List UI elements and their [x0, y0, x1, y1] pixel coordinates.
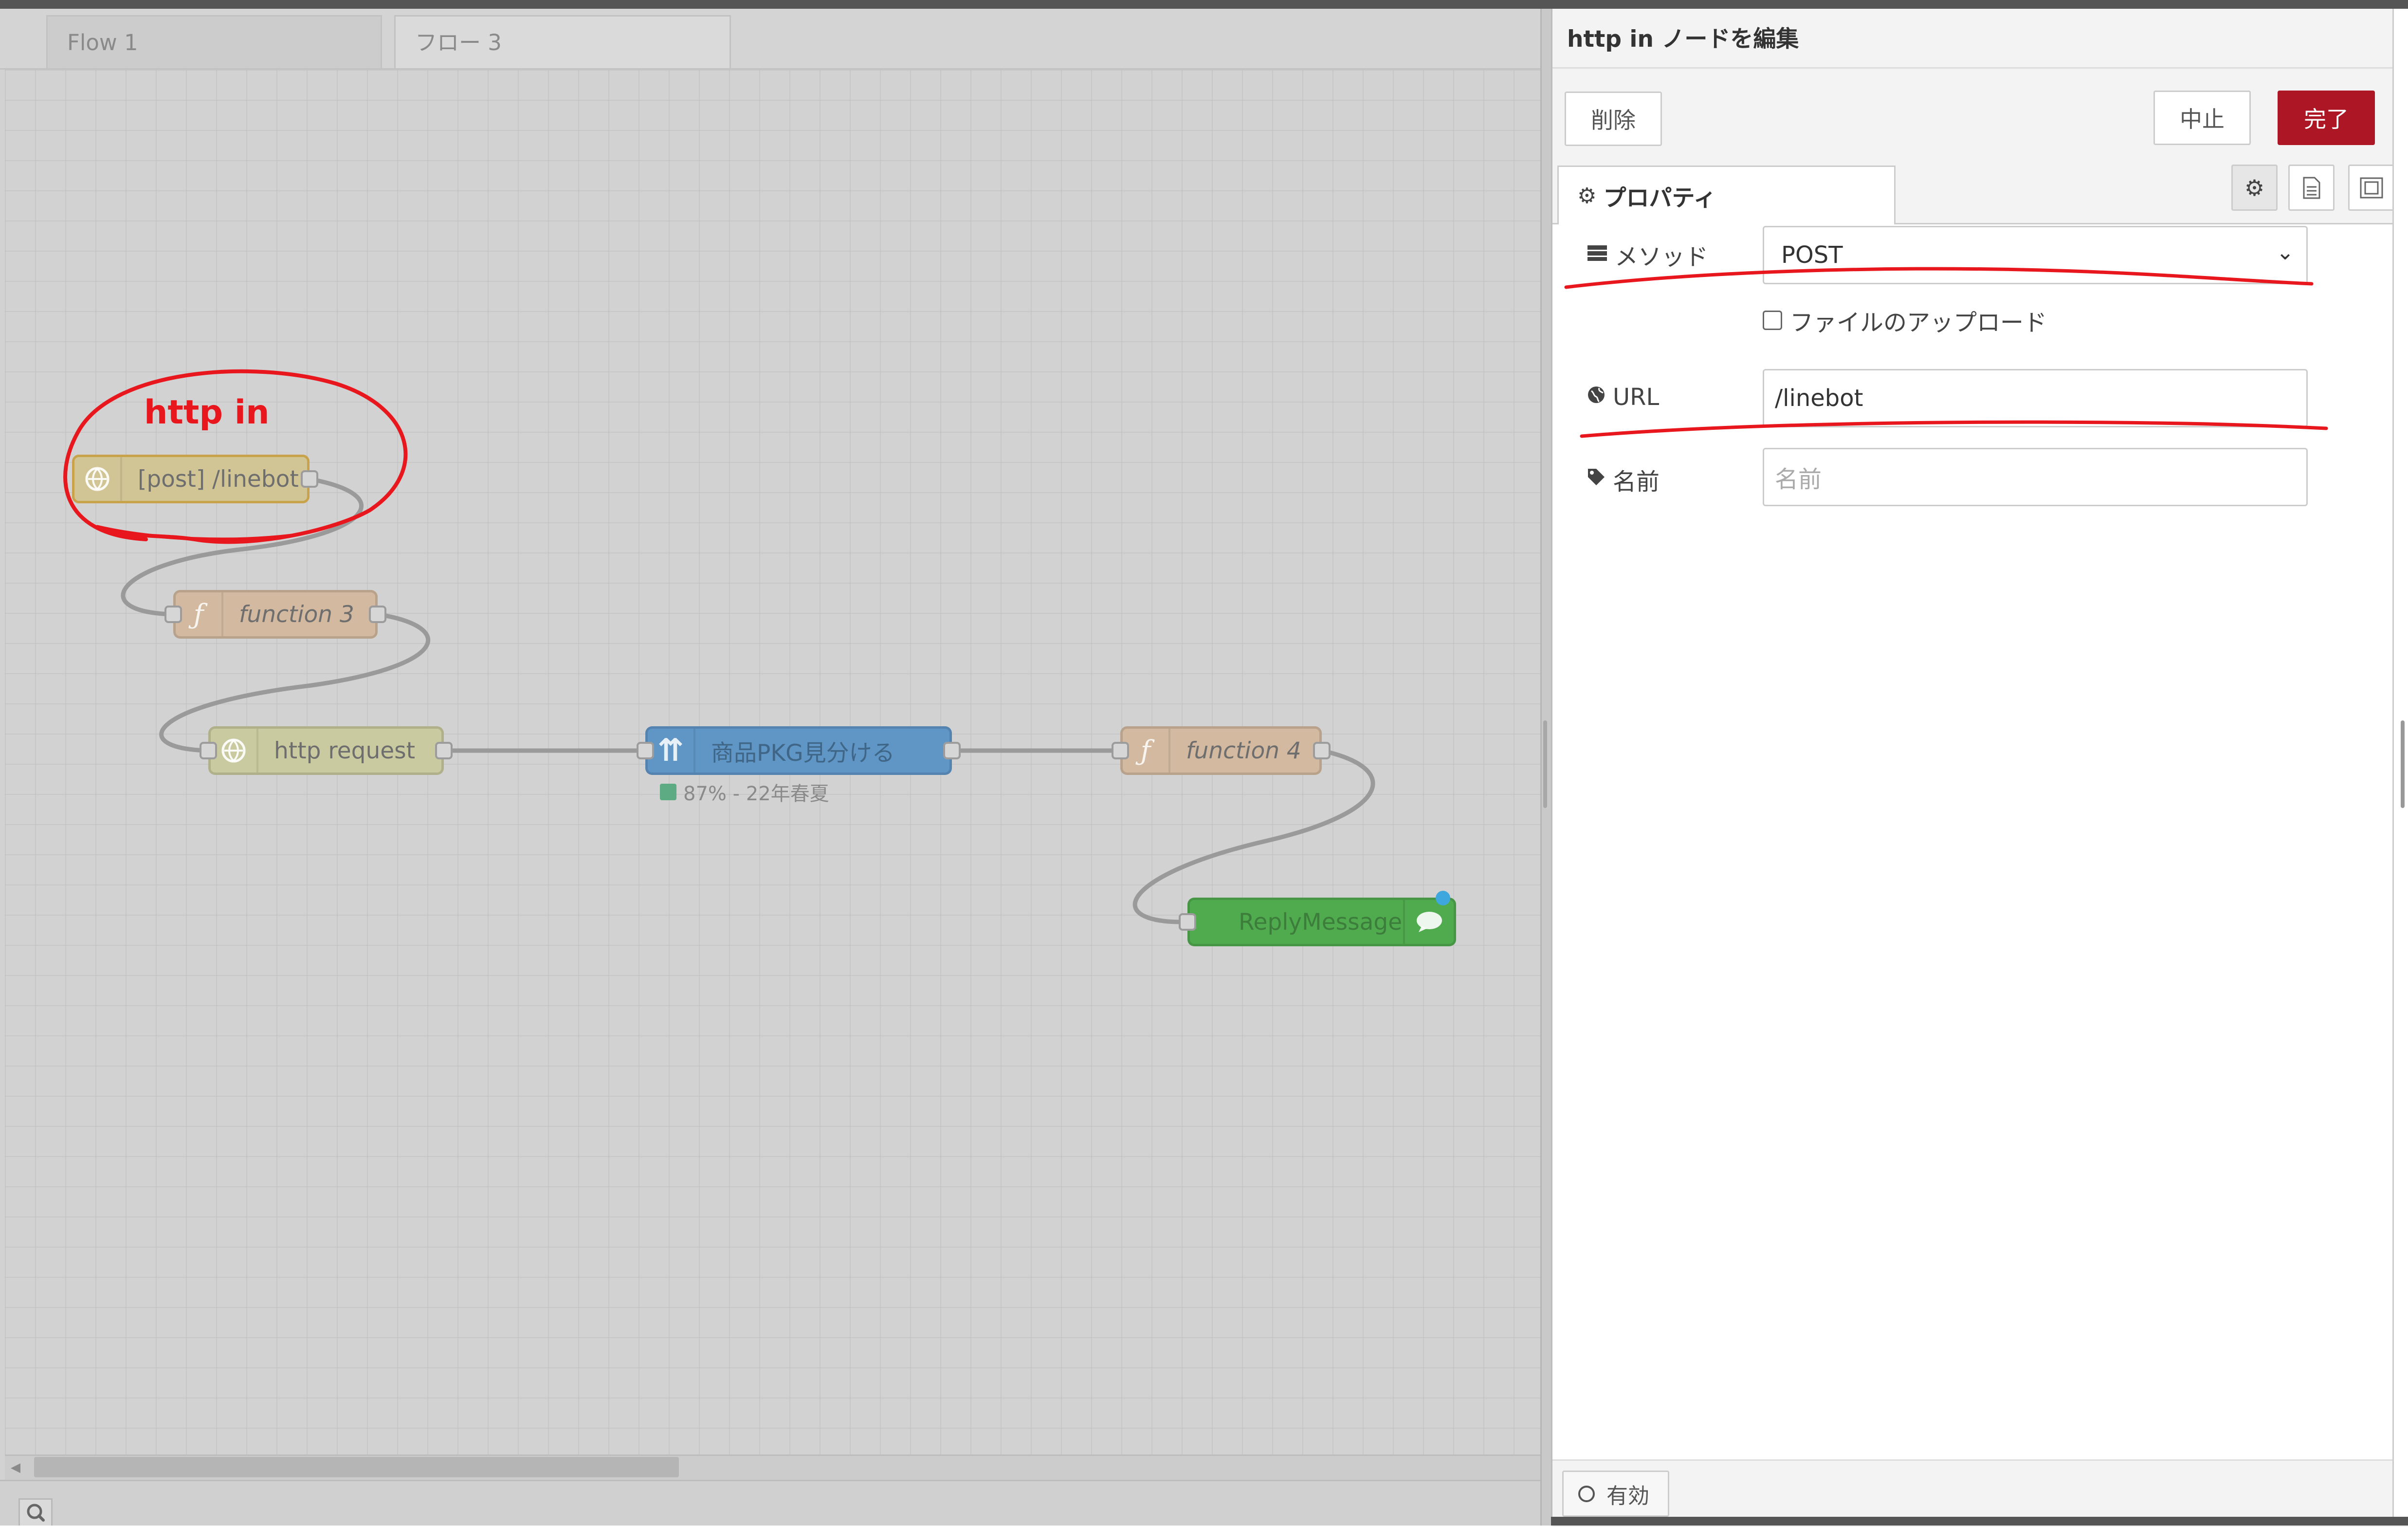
annotation-label: http in: [144, 393, 270, 432]
bottom-band: [1551, 1517, 2408, 1526]
method-underline: [1564, 267, 2314, 289]
enable-label: 有効: [1606, 1483, 1649, 1509]
scroll-left-icon[interactable]: ◀: [11, 1460, 20, 1475]
search-button[interactable]: [18, 1498, 53, 1526]
flow-workspace: Flow 1 フロー 3 [post] /linebot ƒ function …: [0, 9, 1540, 1526]
splitter-handle[interactable]: [1543, 720, 1547, 808]
workspace-footer: [0, 1480, 1540, 1526]
search-icon: [27, 1504, 45, 1522]
form-annotations: [1564, 267, 2328, 438]
url-underline: [1580, 420, 2328, 438]
node-editor-panel: http in ノードを編集 削除 中止 完了 ⚙ プロパティ ⚙ メソッド P…: [1551, 9, 2408, 1527]
top-bar: [0, 0, 2408, 9]
right-edge: [2392, 9, 2408, 1526]
annotation-marks: [63, 369, 408, 544]
enable-toggle[interactable]: 有効: [1562, 1471, 1669, 1517]
circle-icon: [1578, 1485, 1595, 1502]
right-splitter-handle[interactable]: [2401, 720, 2405, 808]
horizontal-scroll-thumb[interactable]: [34, 1457, 679, 1477]
